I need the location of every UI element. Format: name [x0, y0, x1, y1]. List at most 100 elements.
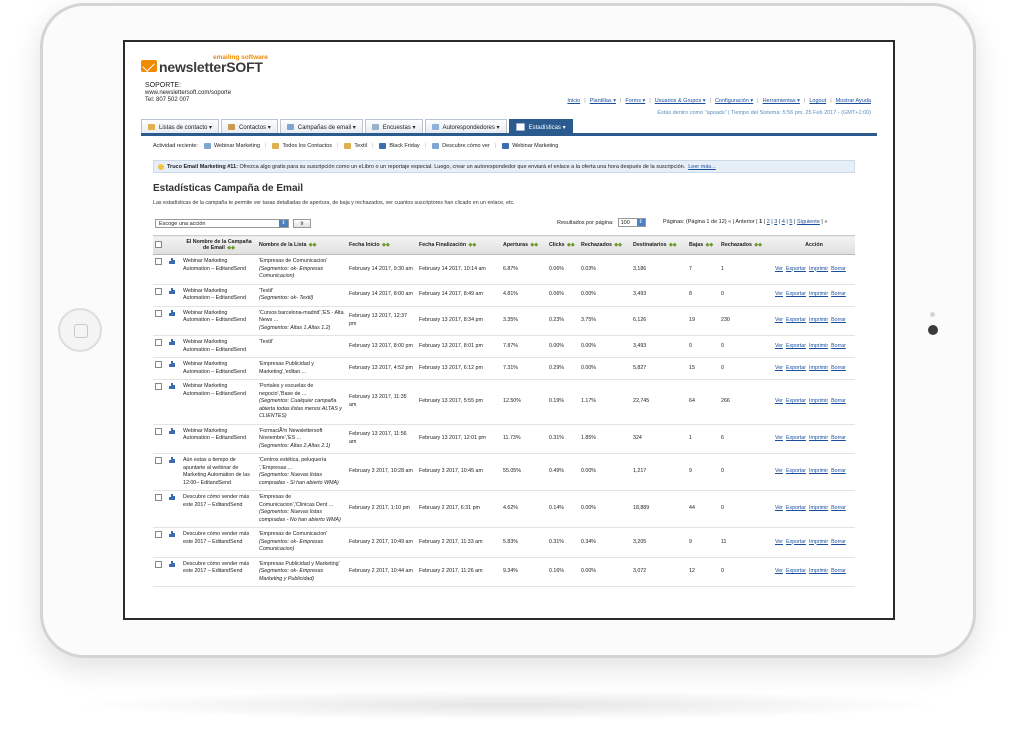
column-header[interactable]: Destinatarios ◆◆: [631, 235, 687, 255]
tab-item[interactable]: Estadísticas ▾: [508, 119, 573, 134]
action-link-exportar[interactable]: Exportar: [786, 468, 806, 474]
action-link-imprimir[interactable]: Imprimir: [809, 539, 828, 545]
campaign-name[interactable]: Webinar Marketing Automation – EditandSe…: [181, 306, 257, 336]
row-checkbox[interactable]: [155, 309, 162, 317]
campaign-name[interactable]: Webinar Marketing Automation – EditandSe…: [181, 254, 257, 285]
tab-item[interactable]: Contactos ▾: [221, 119, 278, 134]
topnav-item[interactable]: Plantillas ▾: [590, 98, 616, 104]
action-link-imprimir[interactable]: Imprimir: [809, 568, 828, 574]
tip-read-more-link[interactable]: Leer más...: [688, 164, 716, 170]
action-link-exportar[interactable]: Exportar: [786, 505, 806, 511]
action-link-imprimir[interactable]: Imprimir: [809, 435, 828, 441]
action-link-exportar[interactable]: Exportar: [786, 266, 806, 272]
topnav-item[interactable]: Forms ▾: [625, 98, 645, 104]
row-checkbox[interactable]: [155, 383, 162, 390]
action-link-ver[interactable]: Ver: [775, 365, 783, 371]
campaign-name[interactable]: Aún estas a tiempo de apuntarte al webin…: [181, 453, 257, 491]
action-link-ver[interactable]: Ver: [775, 468, 783, 474]
tab-item[interactable]: Encuestas ▾: [364, 119, 423, 134]
sort-arrows-icon[interactable]: ◆◆: [467, 242, 476, 248]
next-page-link[interactable]: Siguiente: [797, 219, 820, 225]
column-header[interactable]: Aperturas ◆◆: [501, 235, 547, 255]
topnav-item[interactable]: Usuarios & Grupos ▾: [655, 98, 706, 104]
campaign-name[interactable]: Descubre cómo vender más este 2017 – Edi…: [181, 490, 257, 528]
action-link-imprimir[interactable]: Imprimir: [809, 343, 828, 349]
row-checkbox[interactable]: [155, 258, 162, 265]
column-header[interactable]: Nombre de la Lista ◆◆: [257, 235, 347, 255]
action-link-borrar[interactable]: Borrar: [831, 291, 846, 297]
action-link-exportar[interactable]: Exportar: [786, 398, 806, 404]
row-checkbox[interactable]: [155, 560, 162, 568]
sort-arrows-icon[interactable]: ◆◆: [529, 242, 538, 248]
pages-prev[interactable]: « | Anterior |: [728, 219, 759, 225]
column-header[interactable]: Acción: [773, 235, 855, 255]
action-link-imprimir[interactable]: Imprimir: [809, 317, 828, 323]
action-link-imprimir[interactable]: Imprimir: [809, 505, 828, 511]
action-link-ver[interactable]: Ver: [775, 291, 783, 297]
campaign-name[interactable]: Webinar Marketing Automation – EditandSe…: [181, 379, 257, 425]
support-url[interactable]: www.newslettersoft.com/soporte: [145, 90, 231, 98]
campaign-name[interactable]: Descubre cómo vender más este 2017 – Edi…: [181, 527, 257, 558]
topnav-item[interactable]: Inicio: [567, 98, 580, 104]
per-page-select[interactable]: 100 ⇕: [617, 218, 646, 227]
action-link-borrar[interactable]: Borrar: [831, 365, 846, 371]
action-link-borrar[interactable]: Borrar: [831, 435, 846, 441]
action-link-ver[interactable]: Ver: [775, 266, 783, 272]
action-link-ver[interactable]: Ver: [775, 505, 783, 511]
select-all-checkbox[interactable]: [155, 240, 162, 248]
row-checkbox[interactable]: [155, 427, 162, 435]
action-link-exportar[interactable]: Exportar: [786, 539, 806, 545]
column-header[interactable]: Fecha Finalización ◆◆: [417, 235, 501, 255]
row-checkbox[interactable]: [155, 494, 162, 501]
action-link-exportar[interactable]: Exportar: [786, 343, 806, 349]
column-header[interactable]: Clicks ◆◆: [547, 235, 579, 255]
column-header[interactable]: Fecha Inicio ◆◆: [347, 235, 417, 255]
column-header[interactable]: Rechazados ◆◆: [719, 235, 773, 255]
sort-arrows-icon[interactable]: ◆◆: [613, 242, 622, 248]
action-link-ver[interactable]: Ver: [775, 435, 783, 441]
action-link-exportar[interactable]: Exportar: [786, 365, 806, 371]
sort-arrows-icon[interactable]: ◆◆: [704, 242, 714, 248]
recent-item[interactable]: Webinar Marketing: [203, 143, 260, 149]
action-link-imprimir[interactable]: Imprimir: [809, 365, 828, 371]
topnav-item[interactable]: Herramientas ▾: [763, 98, 800, 104]
action-link-borrar[interactable]: Borrar: [831, 398, 846, 404]
recent-item[interactable]: Webinar Marketing: [502, 143, 558, 149]
action-link-borrar[interactable]: Borrar: [831, 343, 846, 349]
home-button[interactable]: [58, 308, 102, 352]
action-link-imprimir[interactable]: Imprimir: [809, 266, 828, 272]
column-header[interactable]: Rechazados ◆◆: [579, 235, 631, 255]
go-button[interactable]: Ir: [293, 219, 311, 228]
action-link-borrar[interactable]: Borrar: [831, 505, 846, 511]
row-checkbox[interactable]: [155, 339, 162, 346]
recent-item[interactable]: Black Friday: [379, 143, 420, 149]
row-checkbox[interactable]: [155, 287, 162, 295]
topnav-item[interactable]: Mostrar Ayuda: [836, 98, 871, 104]
tab-item[interactable]: Autorespondedores ▾: [424, 119, 507, 134]
recent-item[interactable]: Todos los Contactos: [272, 143, 332, 149]
tab-item[interactable]: Listas de contacto ▾: [141, 119, 220, 134]
action-link-borrar[interactable]: Borrar: [831, 539, 846, 545]
sort-arrows-icon[interactable]: ◆◆: [307, 242, 317, 248]
action-link-imprimir[interactable]: Imprimir: [809, 398, 828, 404]
campaign-name[interactable]: Webinar Marketing Automation – EditandSe…: [181, 284, 257, 307]
action-link-borrar[interactable]: Borrar: [831, 568, 846, 574]
topnav-item[interactable]: Configuración ▾: [715, 98, 753, 104]
column-header[interactable]: El Nombre de la Campaña de Email ◆◆: [181, 235, 257, 255]
sort-arrows-icon[interactable]: ◆◆: [668, 242, 677, 248]
recent-item[interactable]: Descubre cómo ver: [432, 143, 490, 149]
action-link-exportar[interactable]: Exportar: [786, 435, 806, 441]
campaign-name[interactable]: Webinar Marketing Automation – EditandSe…: [181, 357, 257, 380]
row-checkbox[interactable]: [155, 457, 162, 464]
action-link-imprimir[interactable]: Imprimir: [809, 291, 828, 297]
tab-item[interactable]: Campañas de email ▾: [279, 119, 363, 134]
action-link-exportar[interactable]: Exportar: [786, 291, 806, 297]
campaign-name[interactable]: Descubre cómo vender más este 2017 – Edi…: [181, 557, 257, 587]
bulk-action-select[interactable]: Escoge una acción ⇕: [155, 219, 289, 228]
action-link-borrar[interactable]: Borrar: [831, 266, 846, 272]
recent-item[interactable]: Textil: [344, 143, 367, 149]
sort-arrows-icon[interactable]: ◆◆: [381, 242, 390, 248]
sort-arrows-icon[interactable]: ◆◆: [226, 245, 235, 251]
action-link-exportar[interactable]: Exportar: [786, 317, 806, 323]
action-link-ver[interactable]: Ver: [775, 317, 783, 323]
